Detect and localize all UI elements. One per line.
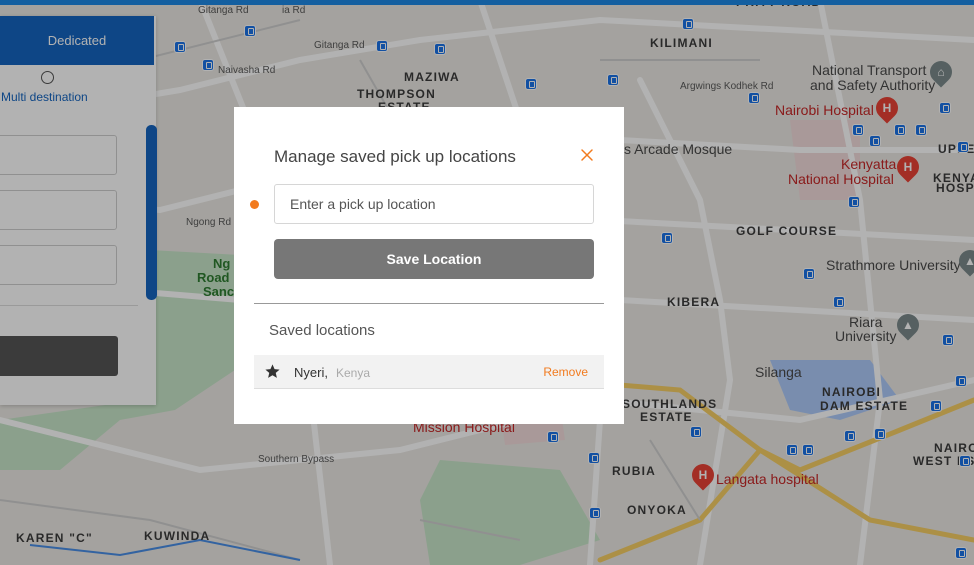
pickup-location-input[interactable] <box>274 184 594 224</box>
close-icon[interactable] <box>579 147 595 163</box>
saved-locations-heading: Saved locations <box>269 322 375 339</box>
star-icon <box>265 364 280 378</box>
save-location-button[interactable]: Save Location <box>274 239 594 279</box>
modal-title: Manage saved pick up locations <box>274 147 516 166</box>
saved-location-row: Nyeri, Kenya Remove <box>254 355 604 389</box>
saved-location-name: Nyeri, <box>294 365 328 380</box>
saved-locations-modal: Manage saved pick up locations Save Loca… <box>234 107 624 424</box>
modal-divider <box>254 303 604 304</box>
remove-location-link[interactable]: Remove <box>543 365 588 379</box>
pickup-marker-icon <box>250 200 259 209</box>
saved-location-country: Kenya <box>336 366 371 380</box>
